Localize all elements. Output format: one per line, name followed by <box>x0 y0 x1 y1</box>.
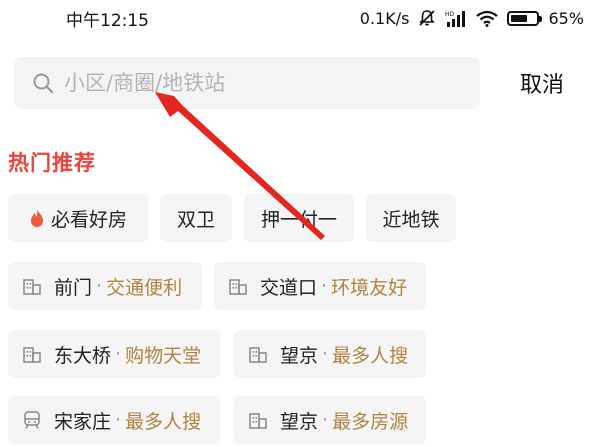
separator-dot: · <box>115 409 122 431</box>
quick-tag-pay-monthly[interactable]: 押一付一 <box>244 194 354 242</box>
signal-icon: HD <box>445 10 467 27</box>
subway-icon <box>22 410 42 430</box>
area-chip-jiaodaokou[interactable]: 交道口 · 环境友好 <box>214 262 426 310</box>
building-icon <box>22 344 42 364</box>
quick-tag-label: 双卫 <box>176 208 215 231</box>
area-name: 宋家庄 <box>54 410 112 433</box>
area-name: 望京 <box>280 410 319 433</box>
status-time: 中午12:15 <box>66 10 149 31</box>
area-tag: 最多人搜 <box>332 344 409 367</box>
area-name: 前门 <box>54 276 93 299</box>
quick-tag-near-subway[interactable]: 近地铁 <box>366 194 456 242</box>
quick-tag-double-bath[interactable]: 双卫 <box>160 194 232 242</box>
battery-fill <box>511 14 528 22</box>
search-box[interactable] <box>14 57 480 109</box>
area-name: 交道口 <box>260 276 318 299</box>
separator-dot: · <box>321 275 328 297</box>
search-row: 取消 <box>14 57 586 109</box>
area-tag: 最多房源 <box>332 410 409 433</box>
separator-dot: · <box>115 343 122 365</box>
mute-icon <box>418 9 436 27</box>
area-tag: 最多人搜 <box>125 410 202 433</box>
area-tag: 环境友好 <box>331 276 408 299</box>
section-title-hot: 热门推荐 <box>8 151 96 175</box>
area-chip-songjiazhuang[interactable]: 宋家庄 · 最多人搜 <box>8 396 220 444</box>
area-chip-wangjing-2[interactable]: 望京 · 最多房源 <box>234 396 426 444</box>
status-icons: 0.1K/s HD 65% <box>360 9 584 28</box>
quick-tag-must-see[interactable]: 必看好房 <box>8 194 148 242</box>
area-name: 东大桥 <box>54 344 112 367</box>
quick-tag-label: 近地铁 <box>382 208 440 231</box>
search-page: 中午12:15 0.1K/s HD 65% 小区/商圈/地铁站 取消 热门推荐 … <box>0 0 600 447</box>
separator-dot: · <box>322 343 329 365</box>
cancel-button[interactable]: 取消 <box>520 67 564 99</box>
area-chip-wangjing[interactable]: 望京 · 最多人搜 <box>234 330 426 378</box>
area-name: 望京 <box>280 344 319 367</box>
area-tag: 购物天堂 <box>125 344 202 367</box>
building-icon <box>248 344 268 364</box>
area-chip-dongdaqiao[interactable]: 东大桥 · 购物天堂 <box>8 330 220 378</box>
flame-icon <box>29 208 45 228</box>
building-icon <box>22 276 42 296</box>
area-chip-qianmen[interactable]: 前门 · 交通便利 <box>8 262 202 310</box>
quick-tag-label: 必看好房 <box>50 208 127 231</box>
wifi-icon <box>476 10 499 27</box>
network-speed: 0.1K/s <box>359 8 410 28</box>
area-tag: 交通便利 <box>106 276 183 299</box>
building-icon <box>228 276 248 296</box>
building-icon <box>248 410 268 430</box>
status-bar: 中午12:15 0.1K/s HD 65% <box>0 0 600 36</box>
battery-percent: 65% <box>548 8 584 28</box>
separator-dot: · <box>322 409 329 431</box>
battery-icon <box>507 10 543 26</box>
quick-tag-label: 押一付一 <box>260 208 337 231</box>
separator-dot: · <box>96 275 103 297</box>
search-icon <box>32 72 54 94</box>
svg-text:HD: HD <box>445 11 455 18</box>
search-input[interactable] <box>64 71 464 95</box>
